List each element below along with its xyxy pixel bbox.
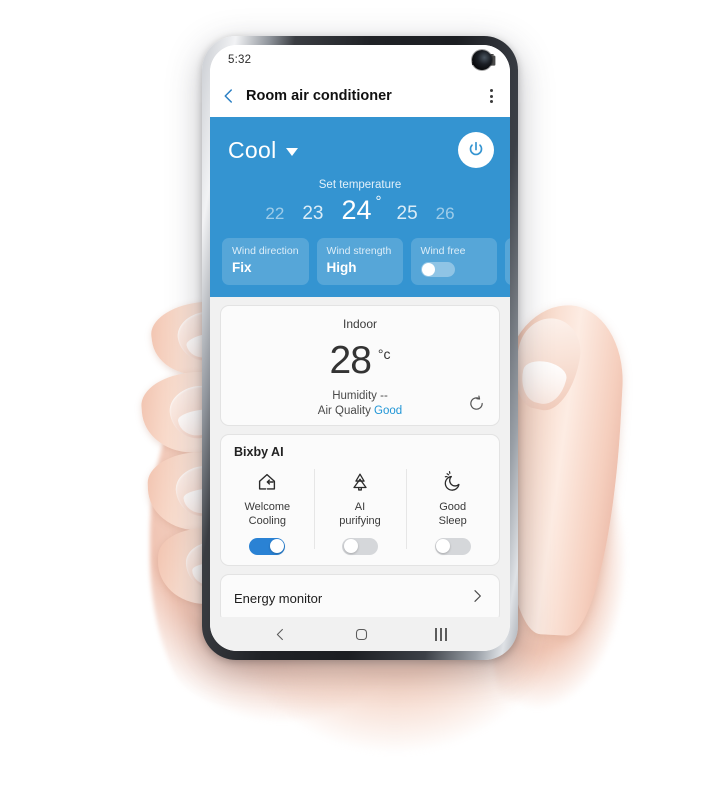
indoor-temperature-unit: °c <box>377 346 391 362</box>
chip-label: Wind free <box>420 245 466 257</box>
home-arrive-icon <box>255 469 279 495</box>
nav-recents-icon[interactable] <box>435 627 447 641</box>
android-navigation-bar <box>210 617 510 651</box>
bixby-item-welcome-cooling[interactable]: Welcome Cooling <box>221 467 314 555</box>
phone-device: 5:32 Room air conditioner Cool Set tempe… <box>202 36 518 660</box>
bixby-ai-title: Bixby AI <box>234 445 284 459</box>
mode-label[interactable]: Cool <box>228 137 277 164</box>
bixby-item-good-sleep[interactable]: Good Sleep <box>406 467 499 555</box>
chip-wind-free[interactable]: Wind free <box>410 238 497 285</box>
tree-purify-icon <box>348 469 372 495</box>
bixby-item-ai-purifying[interactable]: AI purifying <box>313 467 407 555</box>
chip-value: Fix <box>232 260 252 275</box>
set-temperature-label: Set temperature <box>318 179 402 191</box>
page-title: Room air conditioner <box>246 88 392 104</box>
air-quality-value: Good <box>374 405 403 417</box>
refresh-icon[interactable] <box>468 395 485 417</box>
app-bar: Room air conditioner <box>210 75 510 117</box>
chip-label: Wind strength <box>326 245 392 257</box>
front-camera-punch-hole <box>472 50 492 70</box>
temperature-option-23[interactable]: 23 <box>302 203 323 225</box>
good-sleep-toggle[interactable] <box>434 537 471 555</box>
power-button[interactable] <box>458 132 494 168</box>
nav-back-icon[interactable] <box>273 627 288 642</box>
status-time: 5:32 <box>228 54 252 66</box>
indoor-air-quality: Air Quality Good <box>233 405 487 417</box>
moon-sleep-icon <box>441 469 465 495</box>
chip-value: High <box>326 260 357 275</box>
bixby-ai-items: Welcome Cooling AI purifying Good Sleep <box>221 467 499 555</box>
power-icon <box>469 141 483 156</box>
temperature-scale[interactable]: 22 23 24 25 26 <box>210 193 510 226</box>
indoor-status-card: Indoor 28 °c Humidity -- Air Quality Goo… <box>220 305 500 426</box>
bixby-item-label: Good Sleep <box>438 501 467 527</box>
quick-settings-chip-row[interactable]: Wind direction Fix Wind strength High Wi… <box>210 238 510 285</box>
indoor-temperature-row: 28 °c <box>233 341 487 380</box>
status-bar: 5:32 <box>210 45 510 75</box>
welcome-cooling-toggle[interactable] <box>249 537 286 555</box>
indoor-humidity: Humidity -- <box>332 390 388 402</box>
chip-wind-direction[interactable]: Wind direction Fix <box>222 238 309 285</box>
bixby-item-label: Welcome Cooling <box>244 501 291 527</box>
chevron-right-icon <box>469 588 485 609</box>
energy-monitor-label: Energy monitor <box>234 590 323 606</box>
chip-next-partial[interactable] <box>504 238 510 285</box>
temperature-option-24-selected[interactable]: 24 <box>341 193 381 226</box>
indoor-title: Indoor <box>342 317 378 331</box>
more-vertical-icon[interactable] <box>485 83 498 109</box>
phone-screen: 5:32 Room air conditioner Cool Set tempe… <box>210 45 510 651</box>
bixby-ai-card: Bixby AI Welcome Cooling AI purifying Go… <box>220 434 500 566</box>
energy-monitor-row[interactable]: Energy monitor <box>220 573 500 623</box>
chevron-down-icon[interactable] <box>285 148 298 156</box>
temperature-option-22[interactable]: 22 <box>265 204 284 224</box>
chip-label: Wind direction <box>232 245 299 257</box>
air-quality-label: Air Quality <box>317 405 371 417</box>
bixby-item-label: AI purifying <box>339 501 381 527</box>
wind-free-toggle[interactable] <box>420 262 455 277</box>
indoor-temperature-value: 28 <box>329 339 372 382</box>
ai-purifying-toggle[interactable] <box>342 537 378 555</box>
ac-control-panel: Cool Set temperature 22 23 24 25 26 <box>210 117 510 297</box>
chevron-left-icon[interactable] <box>220 87 238 105</box>
mode-row: Cool <box>210 127 510 173</box>
temperature-option-25[interactable]: 25 <box>397 203 418 225</box>
nav-home-icon[interactable] <box>354 627 369 642</box>
temperature-option-26[interactable]: 26 <box>436 204 455 224</box>
chip-wind-strength[interactable]: Wind strength High <box>316 238 403 285</box>
content-area: Indoor 28 °c Humidity -- Air Quality Goo… <box>210 297 510 623</box>
